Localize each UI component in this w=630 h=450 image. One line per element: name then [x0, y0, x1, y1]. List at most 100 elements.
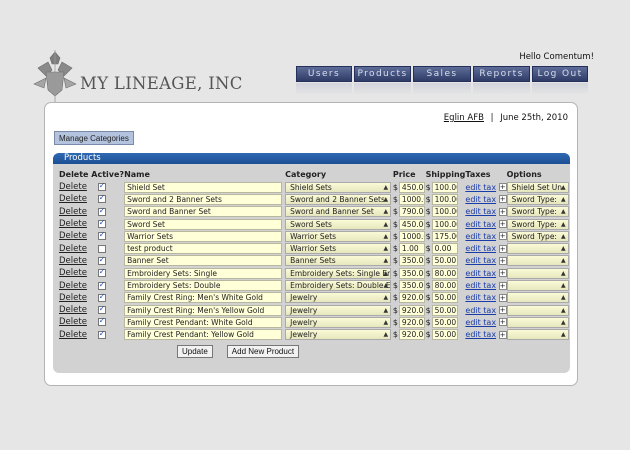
price-input[interactable]: 1000.00 — [398, 230, 425, 242]
product-name-input[interactable]: Family Crest Ring: Men's Yellow Gold — [124, 304, 283, 316]
category-select[interactable]: Warrior Sets ▲▼ — [285, 243, 392, 255]
edit-tax-link[interactable]: edit tax — [465, 318, 496, 327]
edit-tax-link[interactable]: edit tax — [465, 306, 496, 315]
plus-icon[interactable]: + — [498, 207, 507, 216]
nav-products[interactable]: Products — [354, 66, 411, 82]
options-select[interactable]: Shield Set Un▲▼ — [506, 181, 569, 193]
product-name-input[interactable]: Family Crest Pendant: White Gold — [124, 316, 283, 328]
price-input[interactable]: 1000.00 — [398, 193, 425, 205]
edit-tax-link[interactable]: edit tax — [465, 256, 496, 265]
manage-categories-button[interactable]: Manage Categories — [54, 131, 134, 145]
delete-link[interactable]: Delete — [59, 182, 87, 192]
plus-icon[interactable]: + — [498, 318, 507, 327]
delete-link[interactable]: Delete — [59, 330, 87, 340]
category-select[interactable]: Warrior Sets ▲▼ — [285, 230, 392, 242]
product-name-input[interactable]: Sword and 2 Banner Sets — [124, 193, 283, 205]
nav-logout[interactable]: Log Out — [532, 66, 588, 82]
shipping-input[interactable]: 80.00 — [431, 280, 458, 292]
edit-tax-link[interactable]: edit tax — [465, 293, 496, 302]
delete-link[interactable]: Delete — [59, 231, 87, 241]
nav-reports[interactable]: Reports — [473, 66, 530, 82]
shipping-input[interactable]: 100.00 — [431, 206, 458, 218]
active-checkbox[interactable] — [97, 316, 106, 327]
active-checkbox[interactable] — [97, 304, 106, 315]
plus-icon[interactable]: + — [498, 269, 507, 278]
plus-icon[interactable]: + — [498, 244, 507, 253]
category-select[interactable]: Jewelry ▲▼ — [285, 329, 392, 341]
edit-tax-link[interactable]: edit tax — [465, 244, 496, 253]
product-name-input[interactable]: Shield Set — [124, 181, 283, 193]
shipping-input[interactable]: 50.00 — [431, 329, 458, 341]
price-input[interactable]: 920.00 — [398, 316, 425, 328]
product-name-input[interactable]: Warrior Sets — [124, 230, 283, 242]
plus-icon[interactable]: + — [498, 183, 507, 192]
category-select[interactable]: Embroidery Sets: Single Em▲▼ — [285, 267, 392, 279]
active-checkbox[interactable] — [97, 255, 106, 265]
active-checkbox[interactable] — [97, 280, 106, 290]
options-select[interactable]: ▲▼ — [506, 243, 569, 255]
active-checkbox[interactable] — [97, 244, 106, 253]
active-checkbox[interactable] — [97, 329, 106, 339]
product-name-input[interactable]: Family Crest Pendant: Yellow Gold — [124, 329, 283, 341]
options-select[interactable]: ▲▼ — [506, 292, 569, 304]
options-select[interactable]: Sword Type: ▲▼ — [506, 206, 569, 218]
price-input[interactable]: 350.00 — [398, 280, 425, 292]
shipping-input[interactable]: 50.00 — [431, 304, 458, 316]
price-input[interactable]: 350.00 — [398, 267, 425, 279]
add-new-product-button[interactable]: Add New Product — [226, 345, 300, 358]
options-select[interactable]: ▲▼ — [506, 329, 569, 341]
category-select[interactable]: Jewelry ▲▼ — [285, 292, 392, 304]
delete-link[interactable]: Delete — [59, 281, 87, 291]
delete-link[interactable]: Delete — [59, 256, 87, 266]
edit-tax-link[interactable]: edit tax — [465, 195, 496, 204]
edit-tax-link[interactable]: edit tax — [465, 330, 496, 339]
product-name-input[interactable]: Family Crest Ring: Men's White Gold — [124, 292, 283, 304]
active-checkbox[interactable] — [97, 193, 106, 204]
plus-icon[interactable]: + — [498, 220, 507, 229]
options-select[interactable]: ▲▼ — [506, 267, 569, 279]
delete-link[interactable]: Delete — [59, 244, 87, 254]
product-name-input[interactable]: Banner Set — [124, 255, 283, 267]
category-select[interactable]: Sword and Banner Set ▲▼ — [285, 206, 392, 218]
options-select[interactable]: ▲▼ — [506, 316, 569, 328]
update-button[interactable]: Update — [177, 345, 213, 358]
location-link[interactable]: Eglin AFB — [444, 113, 484, 123]
product-name-input[interactable]: Embroidery Sets: Single — [124, 267, 283, 279]
nav-users[interactable]: Users — [296, 66, 352, 82]
options-select[interactable]: ▲▼ — [506, 304, 569, 316]
price-input[interactable]: 920.00 — [398, 292, 425, 304]
category-select[interactable]: Sword and 2 Banner Sets▲▼ — [285, 193, 392, 205]
edit-tax-link[interactable]: edit tax — [465, 232, 496, 241]
price-input[interactable]: 1.00 — [398, 243, 425, 255]
price-input[interactable]: 450.00 — [398, 181, 425, 193]
price-input[interactable]: 790.00 — [398, 206, 425, 218]
options-select[interactable]: Sword Type: ▲▼ — [506, 218, 569, 230]
options-select[interactable]: Sword Type: ▲▼ — [506, 230, 569, 242]
shipping-input[interactable]: 50.00 — [431, 316, 458, 328]
delete-link[interactable]: Delete — [59, 207, 87, 217]
delete-link[interactable]: Delete — [59, 305, 87, 315]
product-name-input[interactable]: test product — [124, 243, 283, 255]
nav-sales[interactable]: Sales — [413, 66, 471, 82]
plus-icon[interactable]: + — [498, 256, 507, 265]
price-input[interactable]: 920.00 — [398, 304, 425, 316]
edit-tax-link[interactable]: edit tax — [465, 281, 496, 290]
category-select[interactable]: Embroidery Sets: Double Em▲▼ — [285, 280, 392, 292]
delete-link[interactable]: Delete — [59, 317, 87, 327]
edit-tax-link[interactable]: edit tax — [465, 220, 496, 229]
category-select[interactable]: Jewelry ▲▼ — [285, 304, 392, 316]
plus-icon[interactable]: + — [498, 330, 507, 339]
category-select[interactable]: Sword Sets ▲▼ — [285, 218, 392, 230]
plus-icon[interactable]: + — [498, 232, 507, 241]
price-input[interactable]: 350.00 — [398, 255, 425, 267]
edit-tax-link[interactable]: edit tax — [465, 269, 496, 278]
price-input[interactable]: 450.00 — [398, 218, 425, 230]
price-input[interactable]: 920.00 — [398, 329, 425, 341]
options-select[interactable]: ▲▼ — [506, 280, 569, 292]
plus-icon[interactable]: + — [498, 306, 507, 315]
shipping-input[interactable]: 100.00 — [431, 193, 458, 205]
category-select[interactable]: Banner Sets ▲▼ — [285, 255, 392, 267]
edit-tax-link[interactable]: edit tax — [465, 183, 496, 192]
product-name-input[interactable]: Sword and Banner Set — [124, 206, 283, 218]
active-checkbox[interactable] — [97, 218, 106, 229]
